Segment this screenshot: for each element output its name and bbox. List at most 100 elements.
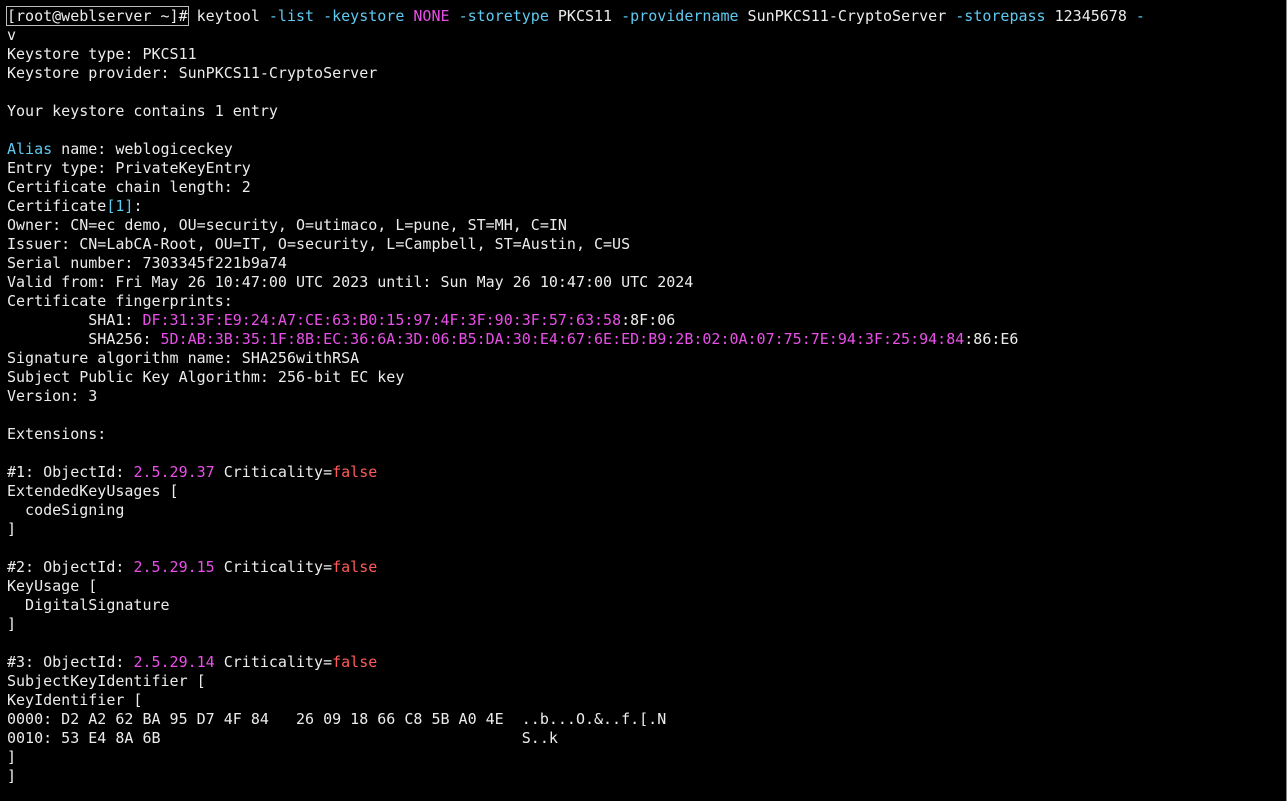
terminal-text-segment: 2.5.29.37 xyxy=(133,463,215,481)
terminal-text-segment: 2.5.29.14 xyxy=(133,653,215,671)
terminal-text-segment: Signature algorithm name: SHA256withRSA xyxy=(7,349,360,367)
terminal-text-segment: Entry type: PrivateKeyEntry xyxy=(7,159,251,177)
terminal-text-segment: Owner: CN=ec demo, OU=security, O=utimac… xyxy=(7,216,567,234)
terminal-text-segment: Extensions: xyxy=(7,425,107,443)
terminal-text-segment: ] xyxy=(7,767,17,785)
terminal-text-segment: PKCS11 xyxy=(548,7,622,25)
terminal-text-segment: -storepass xyxy=(955,7,1046,25)
output-line: ] xyxy=(7,748,1287,767)
terminal-text-segment: SHA256: xyxy=(7,330,161,348)
output-line: ExtendedKeyUsages [ xyxy=(7,482,1287,501)
output-line: Your keystore contains 1 entry xyxy=(7,102,1287,121)
output-line: #1: ObjectId: 2.5.29.37 Criticality=fals… xyxy=(7,463,1287,482)
terminal-text-segment: Criticality= xyxy=(214,463,333,481)
terminal-text-segment: #1: ObjectId: xyxy=(7,463,134,481)
terminal-text-segment: Criticality= xyxy=(214,653,333,671)
output-line: Keystore provider: SunPKCS11-CryptoServe… xyxy=(7,64,1287,83)
output-line: ] xyxy=(7,520,1287,539)
terminal-text-segment: Certificate xyxy=(7,197,107,215)
terminal-text-segment: ] xyxy=(7,748,17,766)
output-line: Owner: CN=ec demo, OU=security, O=utimac… xyxy=(7,216,1287,235)
output-line: Alias name: weblogiceckey xyxy=(7,140,1287,159)
shell-prompt: [root@weblserver ~]# xyxy=(6,6,189,26)
terminal-text-segment: Version: 3 xyxy=(7,387,98,405)
terminal-text-segment: Certificate chain length: 2 xyxy=(7,178,251,196)
terminal-text-segment: false xyxy=(332,653,378,671)
terminal-window[interactable]: [root@weblserver ~]# keytool -list -keys… xyxy=(0,0,1287,801)
terminal-text-segment: : xyxy=(133,197,143,215)
output-line: Keystore type: PKCS11 xyxy=(7,45,1287,64)
terminal-text-segment: DigitalSignature xyxy=(7,596,170,614)
terminal-text-segment: Keystore provider: SunPKCS11-CryptoServe… xyxy=(7,64,378,82)
output-line: KeyIdentifier [ xyxy=(7,691,1287,710)
output-line: Extensions: xyxy=(7,425,1287,444)
output-line: Valid from: Fri May 26 10:47:00 UTC 2023… xyxy=(7,273,1287,292)
output-line: v xyxy=(7,26,1287,45)
terminal-text-segment: Issuer: CN=LabCA-Root, OU=IT, O=security… xyxy=(7,235,631,253)
output-line: KeyUsage [ xyxy=(7,577,1287,596)
terminal-text-segment: v xyxy=(7,26,17,44)
terminal-text-segment: #3: ObjectId: xyxy=(7,653,134,671)
terminal-text-segment: Serial number: 7303345f221b9a74 xyxy=(7,254,287,272)
terminal-text-segment: DF:31:3F:E9:24:A7:CE:63:B0:15:97:4F:3F:9… xyxy=(142,311,622,329)
output-line: Issuer: CN=LabCA-Root, OU=IT, O=security… xyxy=(7,235,1287,254)
terminal-text-segment: 12345678 xyxy=(1045,7,1136,25)
terminal-text-segment: ExtendedKeyUsages [ xyxy=(7,482,179,500)
terminal-text-segment: 0010: 53 E4 8A 6B S..k xyxy=(7,729,558,747)
terminal-text-segment: false xyxy=(332,558,378,576)
terminal-text-segment: - xyxy=(1135,7,1145,25)
output-line: SHA1: DF:31:3F:E9:24:A7:CE:63:B0:15:97:4… xyxy=(7,311,1287,330)
terminal-text-segment: :86:E6 xyxy=(964,330,1019,348)
output-line: Subject Public Key Algorithm: 256-bit EC… xyxy=(7,368,1287,387)
terminal-text-segment: Criticality= xyxy=(214,558,333,576)
output-line: #2: ObjectId: 2.5.29.15 Criticality=fals… xyxy=(7,558,1287,577)
command-line: [root@weblserver ~]# keytool -list -keys… xyxy=(6,6,1287,26)
terminal-text-segment: KeyIdentifier [ xyxy=(7,691,143,709)
terminal-text-segment: -storetype xyxy=(458,7,549,25)
output-line: Certificate[1]: xyxy=(7,197,1287,216)
terminal-text-segment: ] xyxy=(7,615,17,633)
terminal-text-segment: NONE xyxy=(413,7,450,25)
terminal-text-segment: -keystore xyxy=(323,7,405,25)
terminal-text-segment: -list xyxy=(268,7,315,25)
terminal-text-segment: Alias xyxy=(7,140,53,158)
terminal-text-segment: -providername xyxy=(621,7,739,25)
terminal-text-segment: [1] xyxy=(106,197,134,215)
terminal-text-segment: Certificate fingerprints: xyxy=(7,292,233,310)
output-line: Version: 3 xyxy=(7,387,1287,406)
terminal-text-segment: #2: ObjectId: xyxy=(7,558,134,576)
terminal-text-segment: :8F:06 xyxy=(621,311,676,329)
terminal-text-segment: ] xyxy=(7,520,17,538)
output-line: codeSigning xyxy=(7,501,1287,520)
output-line: ] xyxy=(7,767,1287,786)
output-line: Entry type: PrivateKeyEntry xyxy=(7,159,1287,178)
output-line: Certificate chain length: 2 xyxy=(7,178,1287,197)
terminal-text-segment: Keystore type: PKCS11 xyxy=(7,45,197,63)
terminal-text-segment: name: weblogiceckey xyxy=(52,140,233,158)
terminal-text-segment: 0000: D2 A2 62 BA 95 D7 4F 84 26 09 18 6… xyxy=(7,710,667,728)
output-line: Signature algorithm name: SHA256withRSA xyxy=(7,349,1287,368)
terminal-text-segment: false xyxy=(332,463,378,481)
terminal-text-segment: Subject Public Key Algorithm: 256-bit EC… xyxy=(7,368,405,386)
output-line: SubjectKeyIdentifier [ xyxy=(7,672,1287,691)
terminal-text-segment: SunPKCS11-CryptoServer xyxy=(738,7,956,25)
output-line: #3: ObjectId: 2.5.29.14 Criticality=fals… xyxy=(7,653,1287,672)
terminal-text-segment: Valid from: Fri May 26 10:47:00 UTC 2023… xyxy=(7,273,694,291)
terminal-text-segment: SubjectKeyIdentifier [ xyxy=(7,672,206,690)
output-line: SHA256: 5D:AB:3B:35:1F:8B:EC:36:6A:3D:06… xyxy=(7,330,1287,349)
output-line: Certificate fingerprints: xyxy=(7,292,1287,311)
terminal-text-segment: [root@weblserver ~]# keytool xyxy=(6,6,269,26)
terminal-text-segment: KeyUsage [ xyxy=(7,577,98,595)
output-line: DigitalSignature xyxy=(7,596,1287,615)
terminal-text-segment: 5D:AB:3B:35:1F:8B:EC:36:6A:3D:06:B5:DA:3… xyxy=(160,330,965,348)
terminal-text-segment: Your keystore contains 1 entry xyxy=(7,102,278,120)
output-line: 0000: D2 A2 62 BA 95 D7 4F 84 26 09 18 6… xyxy=(7,710,1287,729)
terminal-text-segment: SHA1: xyxy=(7,311,143,329)
